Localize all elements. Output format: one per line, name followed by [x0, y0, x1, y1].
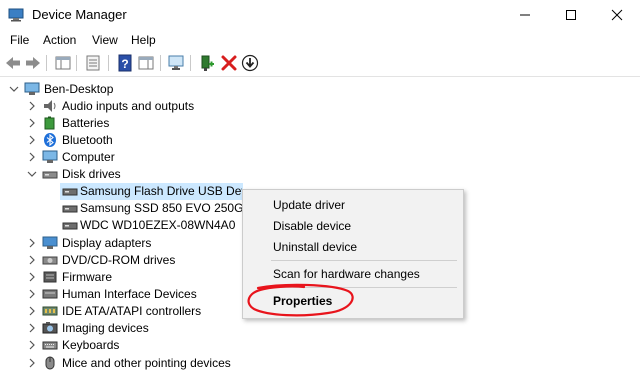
tree-item-computer[interactable]: Computer: [0, 149, 640, 166]
disable-device-menu-item[interactable]: Disable device: [273, 219, 351, 233]
add-driver-icon[interactable]: [198, 54, 216, 72]
svg-text:?: ?: [121, 57, 128, 71]
chevron-down-icon[interactable]: [8, 83, 20, 95]
toolbar-separator: [76, 55, 77, 71]
camera-icon: [42, 322, 58, 334]
firmware-icon: [43, 271, 57, 283]
speaker-icon: [44, 100, 56, 112]
tree-item-mice[interactable]: Mice and other pointing devices: [0, 355, 640, 372]
tree-item-label: Display adapters: [62, 236, 152, 250]
toolbar-separator: [190, 55, 191, 71]
minimize-button[interactable]: [502, 0, 548, 30]
update-driver-menu-item[interactable]: Update driver: [273, 198, 345, 212]
chevron-right-icon[interactable]: [26, 100, 38, 112]
properties-icon[interactable]: [84, 54, 102, 72]
chevron-right-icon[interactable]: [26, 254, 38, 266]
help-icon[interactable]: ?: [116, 54, 134, 72]
minimize-icon: [520, 14, 530, 16]
tree-item-keyboards[interactable]: Keyboards: [0, 337, 640, 354]
tree-item-label: IDE ATA/ATAPI controllers: [62, 304, 202, 318]
menu-help[interactable]: Help: [131, 33, 156, 47]
chevron-right-icon[interactable]: [26, 237, 38, 249]
computer-icon: [42, 150, 58, 163]
tree-item-label: Human Interface Devices: [62, 287, 197, 301]
highlight-circle-annotation: [247, 283, 354, 317]
chevron-right-icon[interactable]: [26, 151, 38, 163]
tree-item-label: Batteries: [62, 116, 110, 130]
close-button[interactable]: [594, 0, 640, 30]
chevron-right-icon[interactable]: [26, 322, 38, 334]
close-icon: [611, 9, 623, 21]
tree-item-label: Mice and other pointing devices: [62, 356, 231, 370]
uninstall-device-menu-item[interactable]: Uninstall device: [273, 240, 357, 254]
tree-item-batteries[interactable]: Batteries: [0, 115, 640, 132]
toolbar-separator: [108, 55, 109, 71]
tree-root-label: Ben-Desktop: [44, 82, 114, 96]
tree-item-label: DVD/CD-ROM drives: [62, 253, 176, 267]
dvd-drive-icon: [42, 256, 58, 265]
tree-item-label: Disk drives: [62, 167, 121, 181]
action-pane-icon[interactable]: [137, 54, 155, 72]
chevron-right-icon[interactable]: [26, 357, 38, 369]
display-adapter-icon: [42, 236, 58, 249]
tree-child-label: Samsung SSD 850 EVO 250GB: [80, 201, 252, 215]
tree-item-label: Keyboards: [62, 338, 120, 352]
ide-controller-icon: [42, 306, 58, 316]
title-bar: Device Manager: [0, 0, 640, 30]
menu-file[interactable]: File: [10, 33, 29, 47]
device-manager-icon: [8, 8, 24, 22]
tree-item-audio[interactable]: Audio inputs and outputs: [0, 98, 640, 115]
back-icon[interactable]: [4, 54, 22, 72]
tree-child-label: WDC WD10EZEX-08WN4A0: [80, 218, 236, 232]
computer-icon: [24, 82, 40, 95]
console-tree-icon[interactable]: [54, 54, 72, 72]
chevron-right-icon[interactable]: [26, 117, 38, 129]
tree-root[interactable]: Ben-Desktop: [0, 81, 640, 98]
menu-separator: [271, 260, 457, 261]
chevron-right-icon[interactable]: [26, 288, 38, 300]
chevron-right-icon[interactable]: [26, 305, 38, 317]
maximize-icon: [566, 10, 576, 20]
battery-icon: [44, 116, 55, 130]
disk-drive-icon: [62, 222, 78, 230]
keyboard-icon: [42, 341, 58, 350]
menu-bar: File Action View Help: [0, 30, 640, 50]
bluetooth-icon: [44, 133, 56, 147]
window-title: Device Manager: [32, 7, 127, 22]
toolbar-separator: [46, 55, 47, 71]
menu-view[interactable]: View: [92, 33, 118, 47]
toolbar: ?: [0, 50, 640, 77]
toolbar-separator: [160, 55, 161, 71]
tree-item-label: Bluetooth: [62, 133, 113, 147]
tree-item-bluetooth[interactable]: Bluetooth: [0, 132, 640, 149]
tree-item-imaging[interactable]: Imaging devices: [0, 320, 640, 337]
tree-child-label: Samsung Flash Drive USB Device: [80, 184, 242, 198]
tree-item-label: Audio inputs and outputs: [62, 99, 195, 113]
menu-action[interactable]: Action: [43, 33, 76, 47]
disk-drive-icon: [62, 188, 78, 196]
hid-icon: [42, 289, 58, 299]
disk-drive-icon: [42, 171, 58, 179]
tree-item-disk-drives[interactable]: Disk drives: [0, 166, 640, 183]
forward-icon[interactable]: [24, 54, 42, 72]
chevron-down-icon[interactable]: [26, 168, 38, 180]
scan-hardware-menu-item[interactable]: Scan for hardware changes: [273, 267, 420, 281]
chevron-right-icon[interactable]: [26, 134, 38, 146]
tree-item-label: Firmware: [62, 270, 112, 284]
update-icon[interactable]: [241, 54, 259, 72]
mouse-icon: [45, 356, 55, 370]
chevron-right-icon[interactable]: [26, 339, 38, 351]
tree-item-label: Imaging devices: [62, 321, 149, 335]
disk-drive-icon: [62, 205, 78, 213]
uninstall-icon[interactable]: [220, 54, 238, 72]
tree-item-label: Computer: [62, 150, 115, 164]
chevron-right-icon[interactable]: [26, 271, 38, 283]
monitor-icon[interactable]: [167, 54, 185, 72]
maximize-button[interactable]: [548, 0, 594, 30]
